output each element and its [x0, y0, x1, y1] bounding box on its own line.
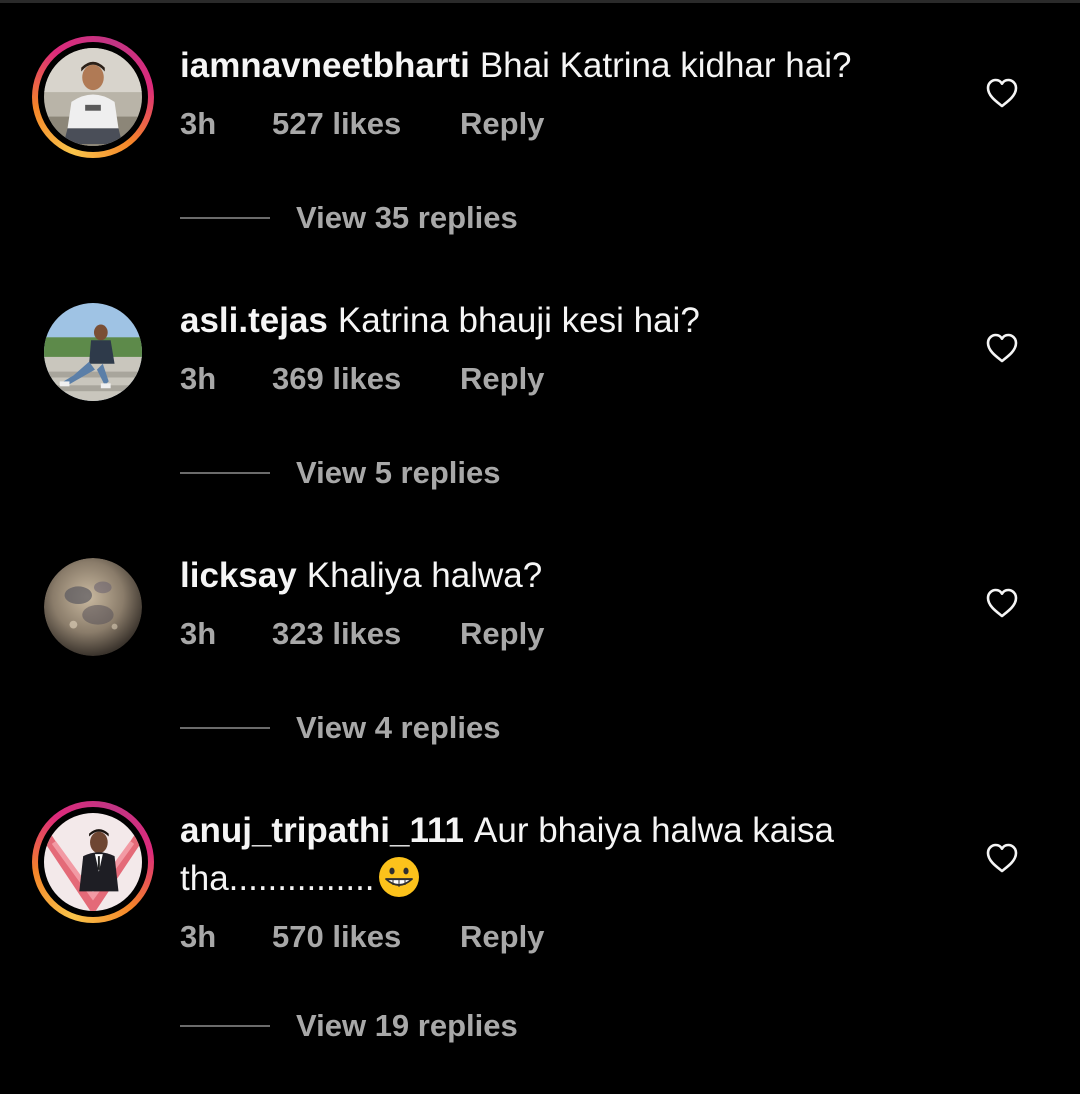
comment-text: Katrina bhauji kesi hai?: [337, 301, 700, 340]
heart-outline-icon[interactable]: [985, 77, 1019, 109]
man-on-steps-photo-icon: [44, 303, 142, 401]
comment-meta: 3h 527 likes Reply: [180, 102, 940, 146]
avatar[interactable]: [32, 801, 154, 923]
replies-divider: [180, 217, 270, 219]
reply-button[interactable]: Reply: [460, 616, 544, 652]
grinning-face-emoji: [377, 855, 421, 899]
comment-likes[interactable]: 570 likes: [272, 919, 460, 955]
view-replies-label: View 4 replies: [296, 710, 501, 745]
comment-body: iamnavneetbharti Bhai Katrina kidhar hai?: [180, 42, 940, 90]
comment-time: 3h: [180, 361, 217, 396]
top-divider: [0, 0, 1080, 3]
view-replies-label: View 35 replies: [296, 200, 518, 235]
comment-likes[interactable]: 369 likes: [272, 361, 460, 397]
reply-button[interactable]: Reply: [460, 919, 544, 955]
comment-time: 3h: [180, 919, 217, 954]
reply-button[interactable]: Reply: [460, 106, 544, 142]
comment-username[interactable]: licksay: [180, 556, 297, 595]
comment-likes[interactable]: 527 likes: [272, 106, 460, 142]
comment-likes[interactable]: 323 likes: [272, 616, 460, 652]
view-replies-button[interactable]: View 5 replies: [180, 455, 501, 491]
comment-username[interactable]: iamnavneetbharti: [180, 46, 470, 85]
comment-time: 3h: [180, 616, 217, 651]
comment-body: licksay Khaliya halwa?: [180, 552, 940, 600]
heart-outline-icon[interactable]: [985, 587, 1019, 619]
reply-button[interactable]: Reply: [460, 361, 544, 397]
view-replies-label: View 5 replies: [296, 455, 501, 490]
replies-divider: [180, 472, 270, 474]
man-in-suit-photo-icon: [44, 813, 142, 911]
comment-text: Khaliya halwa?: [306, 556, 543, 595]
comment-meta: 3h 570 likes Reply: [180, 915, 940, 959]
avatar[interactable]: [32, 546, 154, 668]
comment-username[interactable]: anuj_tripathi_111: [180, 811, 464, 850]
man-sitting-photo-icon: [44, 48, 142, 146]
moon-photo-icon: [44, 558, 142, 656]
view-replies-button[interactable]: View 35 replies: [180, 200, 518, 236]
replies-divider: [180, 1025, 270, 1027]
comment-username[interactable]: asli.tejas: [180, 301, 328, 340]
replies-divider: [180, 727, 270, 729]
view-replies-label: View 19 replies: [296, 1008, 518, 1043]
heart-outline-icon[interactable]: [985, 332, 1019, 364]
view-replies-button[interactable]: View 4 replies: [180, 710, 501, 746]
comment-text: Bhai Katrina kidhar hai?: [479, 46, 852, 85]
comment-meta: 3h 323 likes Reply: [180, 612, 940, 656]
avatar[interactable]: [32, 291, 154, 413]
heart-outline-icon[interactable]: [985, 842, 1019, 874]
comment-body: asli.tejas Katrina bhauji kesi hai?: [180, 297, 940, 345]
view-replies-button[interactable]: View 19 replies: [180, 1008, 518, 1044]
comment-body: anuj_tripathi_111 Aur bhaiya halwa kaisa …: [180, 807, 940, 903]
avatar[interactable]: [32, 36, 154, 158]
comment-meta: 3h 369 likes Reply: [180, 357, 940, 401]
comment-time: 3h: [180, 106, 217, 141]
